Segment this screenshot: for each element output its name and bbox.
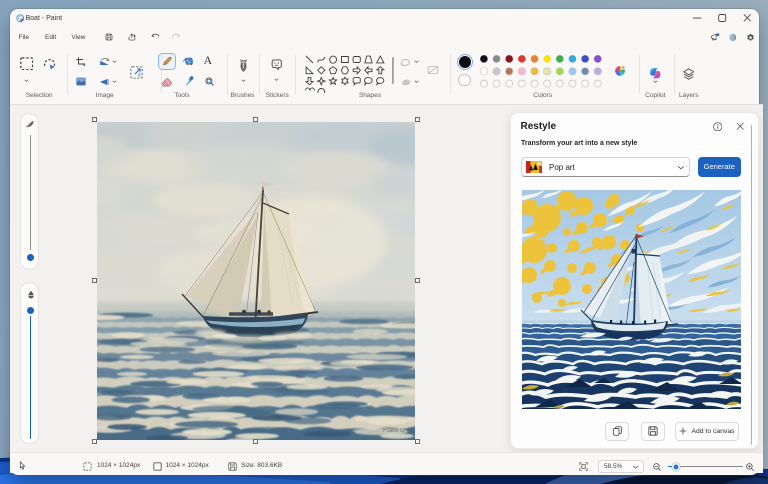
svg-text:Frank G: Frank G [383, 428, 405, 434]
